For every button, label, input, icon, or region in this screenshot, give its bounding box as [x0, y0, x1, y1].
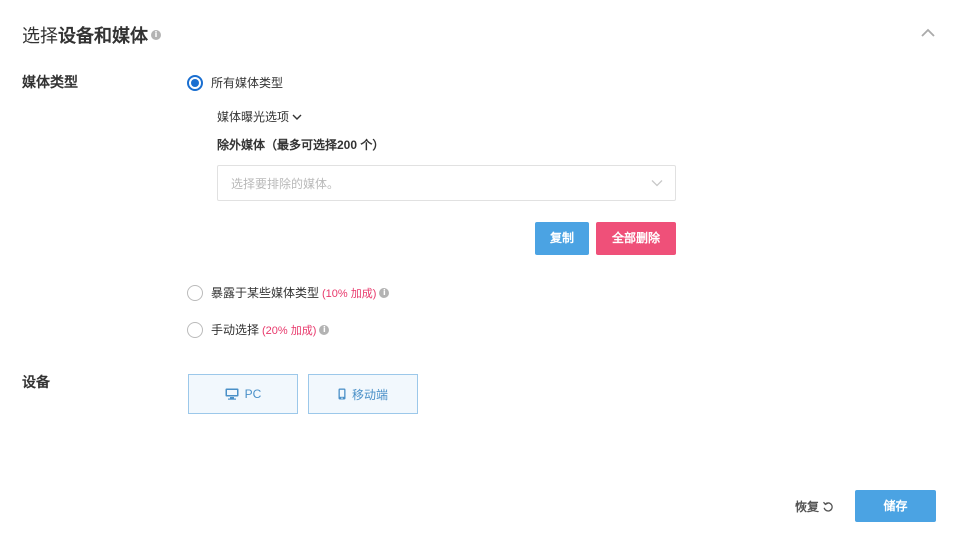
copy-button[interactable]: 复制 [535, 222, 589, 255]
media-type-label: 媒体类型 [22, 74, 78, 90]
radio-label: 暴露于某些媒体类型 [211, 286, 320, 300]
delete-all-button[interactable]: 全部删除 [596, 222, 676, 255]
info-icon[interactable]: i [319, 324, 330, 335]
media-exposure-options-toggle[interactable]: 媒体曝光选项 [217, 108, 303, 125]
device-label: 移动端 [351, 387, 388, 402]
monitor-icon [225, 388, 239, 400]
radio-some-media-types[interactable]: 暴露于某些媒体类型 (10% 加成) i [187, 284, 390, 301]
radio-label: 手动选择 [211, 323, 260, 337]
mobile-icon [338, 388, 346, 400]
radio-manual-selection[interactable]: 手动选择 (20% 加成) i [187, 321, 330, 338]
info-icon[interactable]: i [379, 287, 390, 298]
radio-label: 所有媒体类型 [211, 76, 284, 90]
radio-button[interactable] [187, 284, 203, 301]
undo-icon [823, 501, 833, 512]
exclude-media-title: 除外媒体（最多可选择200 个） [217, 138, 385, 152]
save-button[interactable]: 储存 [855, 490, 936, 522]
devices-label: 设备 [22, 374, 50, 390]
device-mobile-button[interactable]: 移动端 [308, 374, 418, 414]
title-prefix: 选择 [22, 26, 58, 46]
exposure-options-label: 媒体曝光选项 [217, 110, 290, 124]
device-pc-button[interactable]: PC [188, 374, 298, 414]
section-title: 选择 设备和媒体 i [22, 22, 161, 48]
chevron-down-icon [651, 180, 663, 187]
exclude-media-placeholder: 选择要排除的媒体。 [231, 176, 340, 191]
radio-all-media[interactable]: 所有媒体类型 [187, 74, 283, 91]
exclude-media-select[interactable]: 选择要排除的媒体。 [217, 165, 676, 201]
radio-button[interactable] [187, 321, 203, 338]
device-label: PC [244, 387, 262, 401]
radio-button-checked[interactable] [187, 74, 203, 91]
title-bold: 设备和媒体 [58, 26, 148, 46]
restore-label: 恢复 [794, 500, 819, 514]
info-icon[interactable]: i [151, 30, 161, 40]
surcharge-badge: (20% 加成) [262, 324, 317, 337]
chevron-up-icon[interactable] [920, 26, 936, 38]
surcharge-badge: (10% 加成) [322, 287, 377, 300]
restore-button[interactable]: 恢复 [795, 498, 834, 515]
chevron-down-icon [292, 114, 302, 120]
